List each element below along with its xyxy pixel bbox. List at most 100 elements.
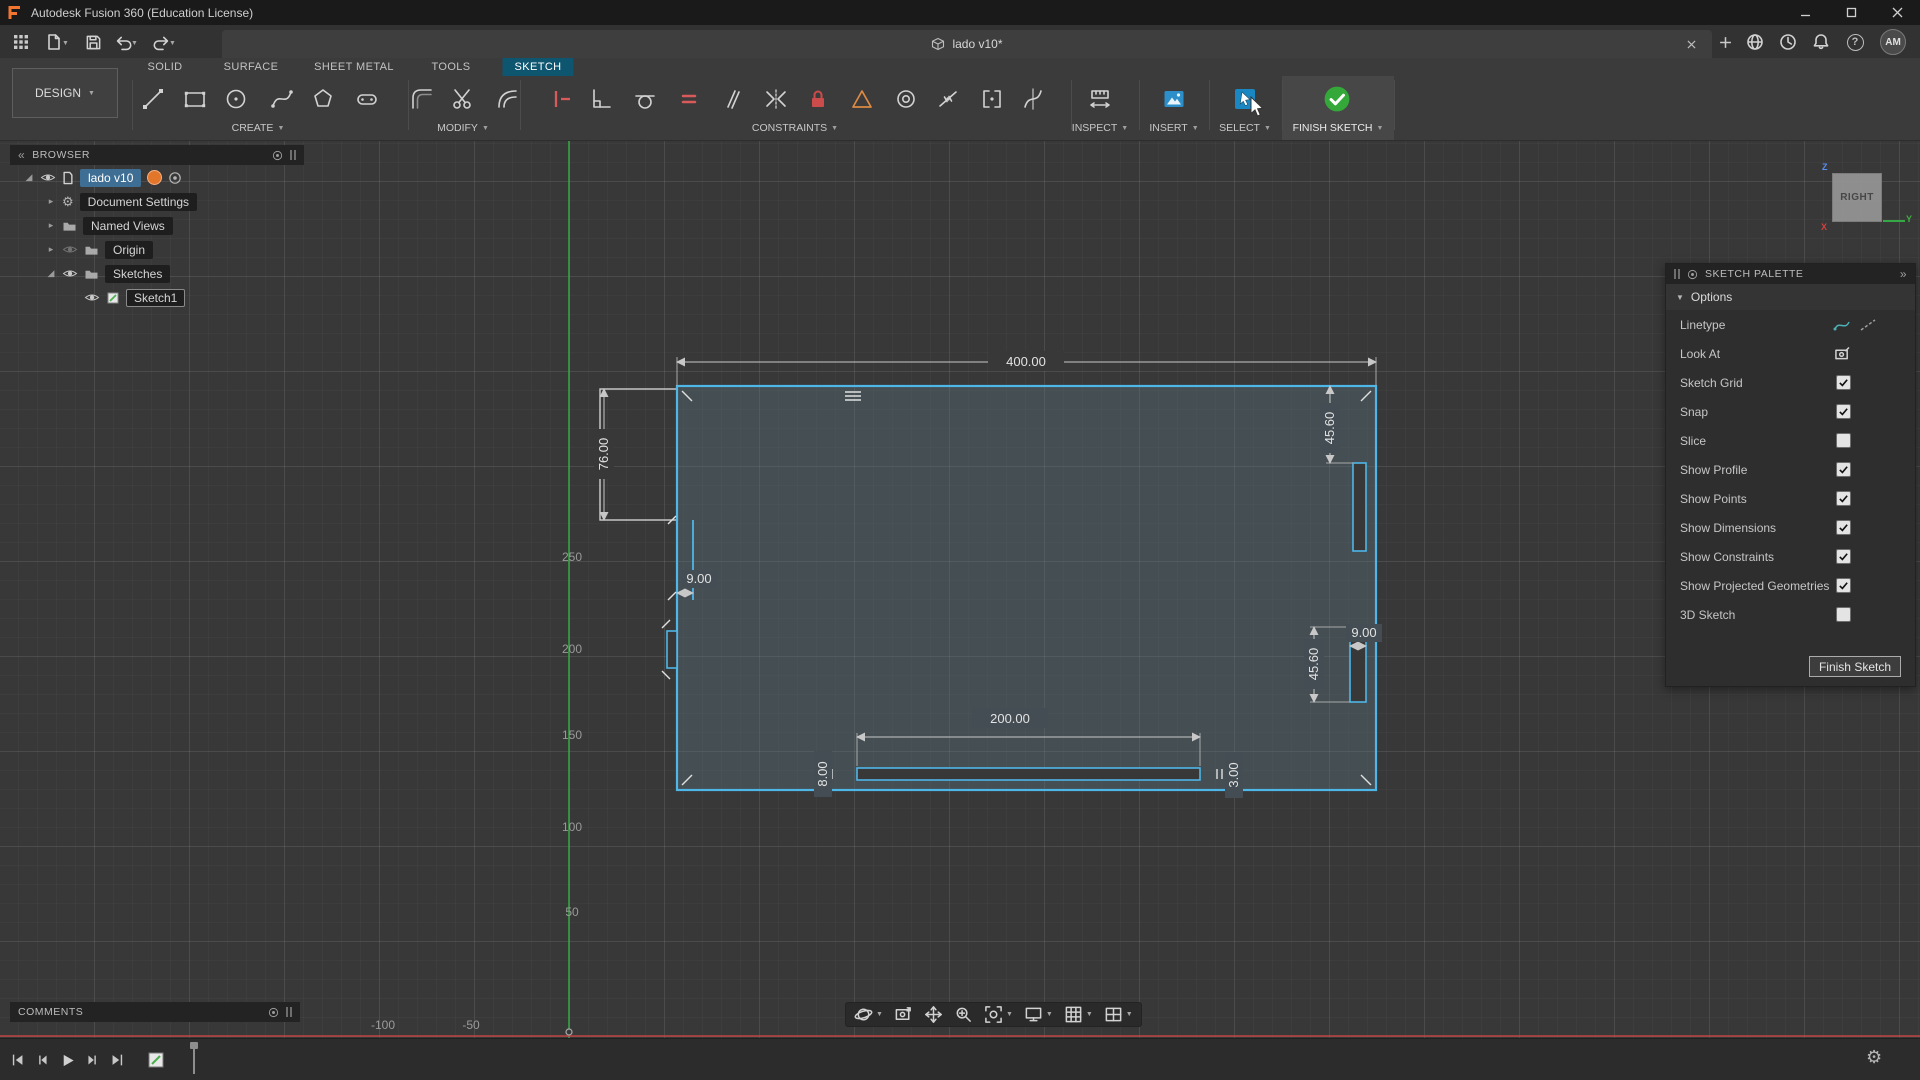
browser-row-document-settings[interactable]: ▸ ⚙ Document Settings <box>10 190 304 213</box>
comments-header[interactable]: COMMENTS <box>10 1002 300 1022</box>
coincident-constraint-icon[interactable] <box>974 80 1010 118</box>
timeline-playhead[interactable] <box>190 1042 198 1074</box>
sketch-palette-header[interactable]: SKETCH PALETTE » <box>1666 264 1915 284</box>
expand-panel-icon[interactable]: » <box>1900 267 1907 281</box>
browser-row-sketches[interactable]: ◢ Sketches <box>10 262 304 285</box>
file-menu-caret-icon[interactable]: ▼ <box>62 40 69 47</box>
expand-arrow-icon[interactable]: ◢ <box>46 268 56 279</box>
go-to-end-button[interactable] <box>107 1050 127 1070</box>
step-forward-button[interactable] <box>82 1050 102 1070</box>
finish-sketch-button[interactable]: Finish Sketch <box>1808 656 1901 677</box>
group-select[interactable]: SELECT ▼ <box>1219 122 1271 134</box>
collapsed-arrow-icon[interactable]: ▸ <box>46 196 56 207</box>
extensions-globe-icon[interactable] <box>1742 29 1768 55</box>
browser-item-label[interactable]: Named Views <box>83 216 173 235</box>
spline-tool-icon[interactable] <box>264 80 300 118</box>
browser-row-sketch1[interactable]: Sketch1 <box>10 286 304 309</box>
close-tab-icon[interactable] <box>1684 37 1698 51</box>
sketch-grid-checkbox[interactable] <box>1836 375 1851 390</box>
linetype-spline-icon[interactable] <box>1833 317 1851 333</box>
midpoint-constraint-icon[interactable] <box>930 80 966 118</box>
look-at-icon[interactable] <box>1834 346 1851 361</box>
step-back-button[interactable] <box>33 1050 53 1070</box>
show-projected-geometries-checkbox[interactable] <box>1836 578 1851 593</box>
browser-item-label[interactable]: Sketch1 <box>126 288 186 307</box>
offset-tool-icon[interactable] <box>490 80 526 118</box>
options-section-header[interactable]: ▼ Options <box>1666 284 1915 310</box>
show-constraints-checkbox[interactable] <box>1836 549 1851 564</box>
browser-filter-icon[interactable] <box>272 150 283 161</box>
active-document-target-icon[interactable] <box>168 171 182 185</box>
redo-caret-icon[interactable]: ▼ <box>169 40 176 47</box>
tab-sheet-metal[interactable]: SHEET METAL <box>302 58 406 76</box>
pan-tool[interactable] <box>924 1005 943 1024</box>
insert-image-tool-icon[interactable] <box>1156 80 1192 118</box>
finish-sketch-icon[interactable] <box>1319 80 1355 118</box>
browser-row-named-views[interactable]: ▸ Named Views <box>10 214 304 237</box>
tab-solid[interactable]: SOLID <box>135 58 194 76</box>
timeline-sketch-feature[interactable] <box>146 1050 166 1070</box>
browser-header[interactable]: « BROWSER <box>10 145 304 165</box>
look-at-tool[interactable] <box>894 1005 913 1024</box>
go-to-start-button[interactable] <box>8 1050 28 1070</box>
group-finish-sketch[interactable]: FINISH SKETCH ▼ <box>1293 122 1384 134</box>
slot-tool-icon[interactable] <box>349 80 385 118</box>
equal-constraint-icon[interactable] <box>671 80 707 118</box>
comments-filter-icon[interactable] <box>268 1007 279 1018</box>
app-grid-menu-icon[interactable] <box>8 29 34 55</box>
concentric-constraint-icon[interactable] <box>888 80 924 118</box>
visibility-eye-icon[interactable] <box>62 244 78 255</box>
sketch-left-notch[interactable] <box>666 630 678 669</box>
visibility-eye-icon[interactable] <box>62 268 78 279</box>
slice-checkbox[interactable] <box>1836 433 1851 448</box>
save-icon[interactable] <box>80 29 106 55</box>
sketch-profile-rectangle[interactable] <box>675 384 1378 792</box>
parallel-constraint-icon[interactable] <box>715 80 751 118</box>
tab-tools[interactable]: TOOLS <box>419 58 482 76</box>
tab-sketch[interactable]: SKETCH <box>502 58 574 76</box>
new-tab-icon[interactable] <box>1716 33 1734 51</box>
viewports-settings[interactable]: ▼ <box>1104 1005 1133 1024</box>
circle-tool-icon[interactable] <box>218 80 254 118</box>
polygon-constraint-icon[interactable] <box>844 80 880 118</box>
3d-sketch-checkbox[interactable] <box>1836 607 1851 622</box>
visibility-eye-icon[interactable] <box>84 292 100 303</box>
fit-tool[interactable]: ▼ <box>984 1005 1013 1024</box>
document-tab[interactable]: lado v10* <box>222 30 1712 58</box>
rectangle-tool-icon[interactable] <box>177 80 213 118</box>
zoom-tool[interactable] <box>954 1005 973 1024</box>
horizontal-vertical-constraint-icon[interactable] <box>543 80 579 118</box>
origin-point[interactable] <box>565 1028 573 1036</box>
display-settings[interactable]: ▼ <box>1024 1005 1053 1024</box>
line-tool-icon[interactable] <box>135 80 171 118</box>
polygon-tool-icon[interactable] <box>305 80 341 118</box>
timeline-settings-gear-icon[interactable]: ⚙ <box>1866 1047 1882 1068</box>
close-window-button[interactable] <box>1874 0 1920 25</box>
sketch-right-top-slot[interactable] <box>1352 462 1367 552</box>
fix-lock-constraint-icon[interactable] <box>800 80 836 118</box>
show-profile-checkbox[interactable] <box>1836 462 1851 477</box>
panel-grip-icon[interactable] <box>1674 269 1680 279</box>
minimize-button[interactable] <box>1782 0 1828 25</box>
collapsed-arrow-icon[interactable]: ▸ <box>46 220 56 231</box>
undo-caret-icon[interactable]: ▼ <box>131 40 138 47</box>
viewcube-face[interactable]: RIGHT <box>1832 173 1882 222</box>
browser-row-origin[interactable]: ▸ Origin <box>10 238 304 261</box>
show-dimensions-checkbox[interactable] <box>1836 520 1851 535</box>
play-button[interactable] <box>57 1050 77 1070</box>
curvature-constraint-icon[interactable] <box>1015 80 1051 118</box>
fillet-tool-icon[interactable] <box>404 80 440 118</box>
browser-row-document[interactable]: ◢ lado v10 <box>10 166 304 189</box>
expand-arrow-icon[interactable]: ◢ <box>24 172 34 183</box>
grid-settings[interactable]: ▼ <box>1064 1005 1093 1024</box>
help-icon[interactable]: ? <box>1842 29 1868 55</box>
browser-item-label[interactable]: Document Settings <box>79 192 198 211</box>
linetype-construction-icon[interactable] <box>1859 317 1877 333</box>
tab-surface[interactable]: SURFACE <box>212 58 291 76</box>
visibility-eye-icon[interactable] <box>40 172 56 183</box>
snap-checkbox[interactable] <box>1836 404 1851 419</box>
browser-item-label[interactable]: lado v10 <box>80 168 142 187</box>
tangent-constraint-icon[interactable] <box>627 80 663 118</box>
show-points-checkbox[interactable] <box>1836 491 1851 506</box>
measure-tool-icon[interactable] <box>1082 80 1118 118</box>
